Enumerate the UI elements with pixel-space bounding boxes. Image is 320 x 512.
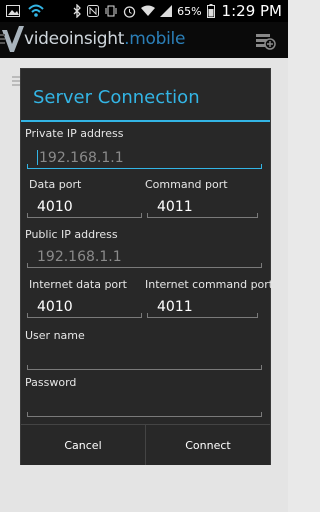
cancel-button[interactable]: Cancel: [21, 425, 145, 465]
add-server-icon[interactable]: [254, 29, 276, 51]
image-notification-icon: [6, 0, 20, 22]
public-ip-placeholder: 192.168.1.1: [37, 249, 122, 265]
app-title-suffix: .mobile: [124, 29, 186, 49]
data-port-label: Data port: [29, 178, 82, 191]
private-ip-placeholder: 192.168.1.1: [39, 150, 124, 166]
wifi-hotspot-icon: [28, 0, 44, 22]
signal-icon: [160, 0, 173, 22]
private-ip-label: Private IP address: [25, 127, 124, 140]
username-input[interactable]: [27, 348, 262, 370]
public-ip-label: Public IP address: [25, 228, 118, 241]
dialog-button-bar: Cancel Connect: [21, 424, 270, 465]
nfc-icon: [87, 0, 100, 22]
internet-command-port-label: Internet command port: [145, 278, 274, 291]
password-input[interactable]: [27, 395, 262, 417]
status-bar: 65% 1:29 PM: [0, 0, 288, 22]
internet-data-port-input[interactable]: 4010: [27, 296, 142, 318]
internet-command-port-value: 4011: [157, 299, 193, 315]
password-label: Password: [25, 376, 77, 389]
server-connection-dialog: Server Connection Private IP address 192…: [20, 68, 274, 465]
app-title-main: videoinsight: [24, 29, 125, 49]
app-title: videoinsight.mobile: [24, 29, 185, 49]
vibrate-icon: [104, 0, 118, 22]
alarm-icon: [123, 0, 136, 22]
app-bar: videoinsight.mobile: [0, 22, 288, 58]
username-label: User name: [25, 329, 85, 342]
internet-command-port-input[interactable]: 4011: [147, 296, 258, 318]
public-ip-input[interactable]: 192.168.1.1: [27, 246, 262, 268]
battery-icon: [206, 0, 215, 22]
internet-data-port-value: 4010: [37, 299, 73, 315]
command-port-input[interactable]: 4011: [147, 196, 258, 218]
private-ip-input[interactable]: 192.168.1.1: [27, 147, 262, 169]
wifi-icon: [141, 0, 156, 22]
command-port-label: Command port: [145, 178, 228, 191]
command-port-value: 4011: [157, 199, 193, 215]
battery-percent: 65%: [177, 4, 202, 18]
internet-data-port-label: Internet data port: [29, 278, 127, 291]
text-cursor: [37, 150, 38, 165]
data-port-value: 4010: [37, 199, 73, 215]
clock: 1:29 PM: [221, 2, 282, 20]
data-port-input[interactable]: 4010: [27, 196, 142, 218]
title-divider: [21, 120, 270, 122]
dialog-title: Server Connection: [33, 87, 200, 108]
connect-button[interactable]: Connect: [146, 425, 270, 465]
bluetooth-icon: [73, 0, 82, 22]
